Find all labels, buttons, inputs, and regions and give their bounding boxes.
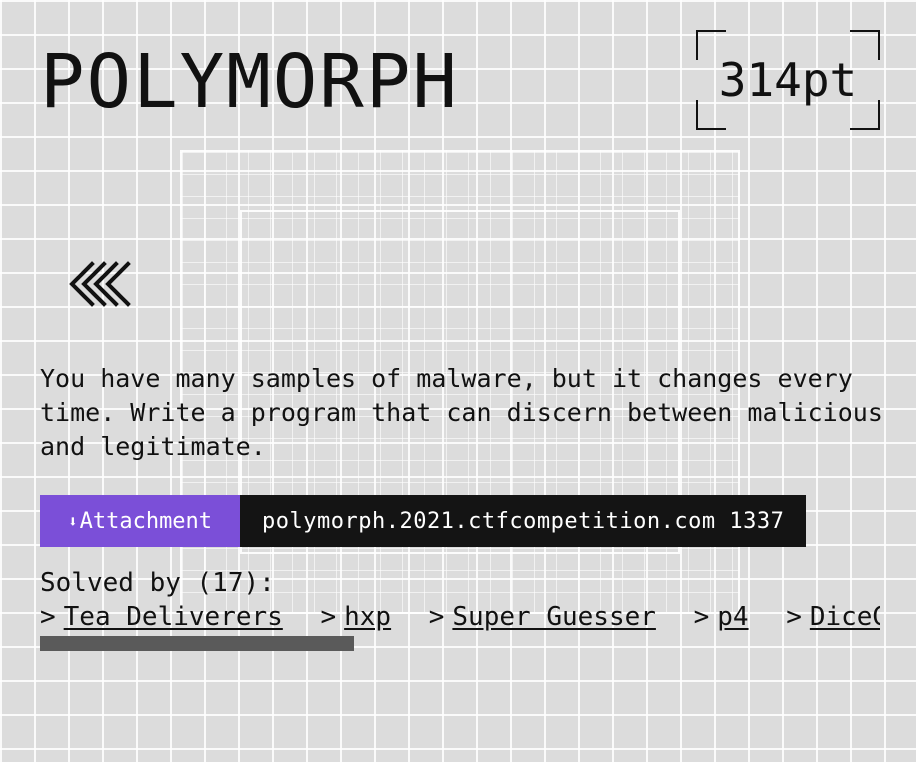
attachment-label: Attachment (79, 508, 213, 534)
corner-bracket-icon (696, 100, 726, 130)
back-button[interactable] (68, 258, 132, 310)
chevron-right-icon: > (40, 602, 56, 632)
points-box: 314pt (696, 30, 880, 130)
attachment-button[interactable]: ⬇ Attachment (40, 495, 240, 547)
solver-link-hxp[interactable]: hxp (344, 602, 391, 632)
challenge-description: You have many samples of malware, but it… (40, 364, 883, 461)
solved-by-label: Solved by (17): (40, 568, 275, 598)
solver-item: > hxp (320, 602, 406, 632)
corner-bracket-icon (850, 100, 880, 130)
host-address[interactable]: polymorph.2021.ctfcompetition.com 1337 (240, 495, 807, 547)
points-value: 314pt (718, 53, 858, 107)
solver-link-p4[interactable]: p4 (717, 602, 748, 632)
solvers-list[interactable]: > Tea Deliverers > hxp > Super Guesser > p4 … (40, 602, 880, 636)
solver-link-super-guesser[interactable]: Super Guesser (452, 602, 656, 632)
horizontal-scrollbar[interactable] (40, 636, 354, 651)
corner-bracket-icon (696, 30, 726, 60)
chevron-right-icon: > (320, 602, 337, 632)
solver-link-tea-deliverers[interactable]: Tea Deliverers (64, 602, 283, 632)
chevron-right-icon: > (693, 602, 710, 632)
solver-item: > Super Guesser (429, 602, 672, 632)
chevron-right-icon: > (428, 602, 445, 632)
challenge-title: POLYMORPH (40, 39, 459, 125)
solver-item: > Tea Deliverers (40, 602, 298, 632)
solver-item: > p4 (694, 602, 765, 632)
corner-bracket-icon (850, 30, 880, 60)
chevron-right-icon: > (786, 602, 802, 632)
download-arrow-icon: ⬇ (67, 511, 78, 531)
action-bar: ⬇ Attachment polymorph.2021.ctfcompetiti… (40, 495, 807, 547)
solver-item: > DiceGang (786, 602, 880, 632)
chevrons-left-icon (69, 261, 131, 307)
solver-link-dicegang[interactable]: DiceGang (810, 602, 880, 632)
